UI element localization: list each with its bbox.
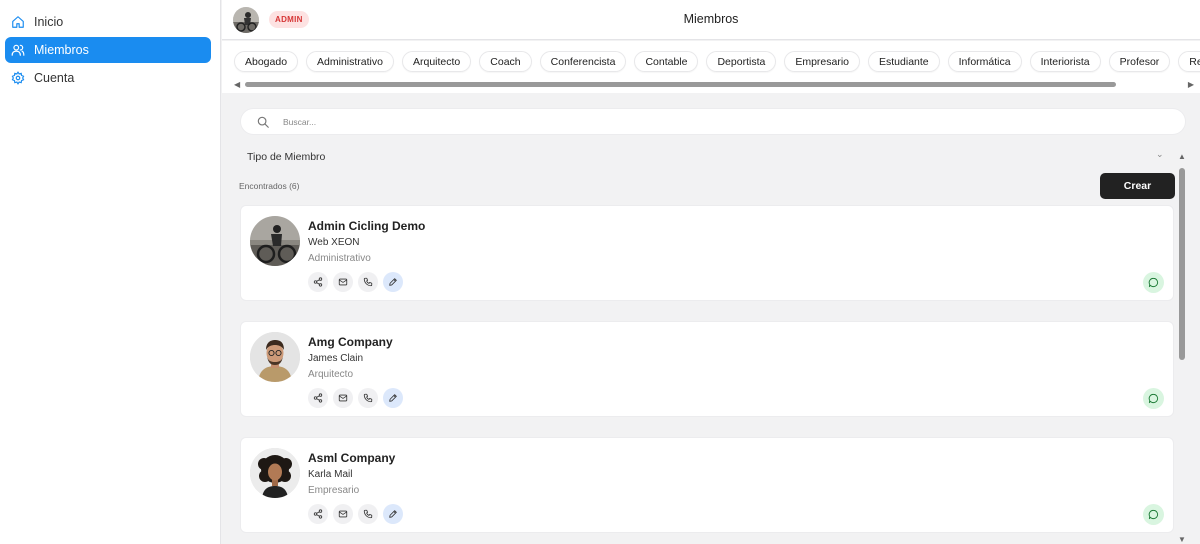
share-icon[interactable] bbox=[308, 388, 328, 408]
member-photo bbox=[250, 332, 300, 382]
gear-icon bbox=[11, 71, 25, 85]
category-chip[interactable]: Coach bbox=[479, 51, 532, 72]
sidebar: Inicio Miembros Cuenta bbox=[0, 0, 221, 544]
phone-icon[interactable] bbox=[358, 388, 378, 408]
vertical-scrollbar[interactable]: ▲ ▼ bbox=[1176, 152, 1188, 544]
edit-icon[interactable] bbox=[383, 388, 403, 408]
sidebar-item-label: Cuenta bbox=[34, 71, 75, 85]
home-icon bbox=[11, 15, 25, 29]
phone-icon[interactable] bbox=[358, 504, 378, 524]
member-company: Amg Company bbox=[308, 335, 393, 349]
scroll-up-icon[interactable]: ▲ bbox=[1178, 152, 1186, 161]
results-count: Encontrados (6) bbox=[239, 181, 300, 191]
chat-icon[interactable] bbox=[1143, 272, 1164, 293]
member-photo bbox=[250, 216, 300, 266]
member-photo bbox=[250, 448, 300, 498]
member-person: Web XEON bbox=[308, 237, 360, 248]
scroll-left-icon[interactable]: ◀ bbox=[234, 80, 240, 89]
page-title: Miembros bbox=[683, 12, 739, 26]
member-type: Arquitecto bbox=[308, 369, 354, 380]
share-icon[interactable] bbox=[308, 272, 328, 292]
scroll-right-icon[interactable]: ▶ bbox=[1188, 80, 1194, 89]
member-card[interactable]: Asml Company Karla Mail Empresario bbox=[240, 437, 1174, 533]
scrollbar-thumb[interactable] bbox=[1179, 168, 1185, 360]
member-actions bbox=[308, 504, 403, 524]
category-chip[interactable]: Contable bbox=[634, 51, 699, 72]
category-chip[interactable]: Administrativo bbox=[306, 51, 394, 72]
chevron-down-icon[interactable]: ⌄ bbox=[1156, 149, 1164, 160]
category-chip[interactable]: Interiorista bbox=[1029, 51, 1101, 72]
member-actions bbox=[308, 272, 403, 292]
category-chip[interactable]: Abogado bbox=[234, 51, 299, 72]
category-chip[interactable]: Informática bbox=[947, 51, 1022, 72]
chat-icon[interactable] bbox=[1143, 504, 1164, 525]
users-icon bbox=[11, 43, 25, 57]
member-actions bbox=[308, 388, 403, 408]
chat-icon[interactable] bbox=[1143, 388, 1164, 409]
edit-icon[interactable] bbox=[383, 504, 403, 524]
member-type: Administrativo bbox=[308, 253, 371, 264]
sidebar-item-label: Miembros bbox=[34, 43, 89, 57]
search-bar bbox=[240, 108, 1186, 135]
category-chip[interactable]: Profesor bbox=[1108, 51, 1171, 72]
category-chip[interactable]: Deportista bbox=[706, 51, 777, 72]
category-chip[interactable]: Estudiante bbox=[868, 51, 940, 72]
sidebar-item-cuenta[interactable]: Cuenta bbox=[5, 65, 211, 91]
category-chip[interactable]: Arquitecto bbox=[402, 51, 472, 72]
member-company: Asml Company bbox=[308, 451, 396, 465]
sidebar-item-inicio[interactable]: Inicio bbox=[5, 9, 211, 35]
edit-icon[interactable] bbox=[383, 272, 403, 292]
share-icon[interactable] bbox=[308, 504, 328, 524]
member-type: Empresario bbox=[308, 485, 360, 496]
sidebar-item-label: Inicio bbox=[34, 15, 64, 29]
mail-icon[interactable] bbox=[333, 504, 353, 524]
mail-icon[interactable] bbox=[333, 272, 353, 292]
create-button[interactable]: Crear bbox=[1100, 173, 1175, 199]
member-card[interactable]: Amg Company James Clain Arquitecto bbox=[240, 321, 1174, 417]
mail-icon[interactable] bbox=[333, 388, 353, 408]
sidebar-item-miembros[interactable]: Miembros bbox=[5, 37, 211, 63]
horizontal-scrollbar[interactable]: ◀ ▶ bbox=[234, 79, 1194, 89]
member-person: James Clain bbox=[308, 353, 364, 364]
search-input[interactable] bbox=[283, 114, 1163, 130]
search-icon bbox=[256, 115, 270, 129]
member-company: Admin Cicling Demo bbox=[308, 219, 426, 233]
category-chip[interactable]: Real State bbox=[1178, 51, 1200, 72]
category-chip[interactable]: Conferencista bbox=[539, 51, 627, 72]
scroll-down-icon[interactable]: ▼ bbox=[1178, 535, 1186, 544]
category-chip[interactable]: Empresario bbox=[784, 51, 861, 72]
category-chips: Abogado Administrativo Arquitecto Coach Conf… bbox=[234, 51, 1200, 72]
member-type-filter[interactable]: Tipo de Miembro bbox=[247, 151, 325, 163]
phone-icon[interactable] bbox=[358, 272, 378, 292]
scrollbar-thumb[interactable] bbox=[245, 82, 1117, 87]
member-card[interactable]: Admin Cicling Demo Web XEON Administrati… bbox=[240, 205, 1174, 301]
member-person: Karla Mail bbox=[308, 469, 353, 480]
top-header: ADMIN Miembros bbox=[222, 0, 1200, 40]
category-bar: Abogado Administrativo Arquitecto Coach Conf… bbox=[222, 41, 1200, 93]
